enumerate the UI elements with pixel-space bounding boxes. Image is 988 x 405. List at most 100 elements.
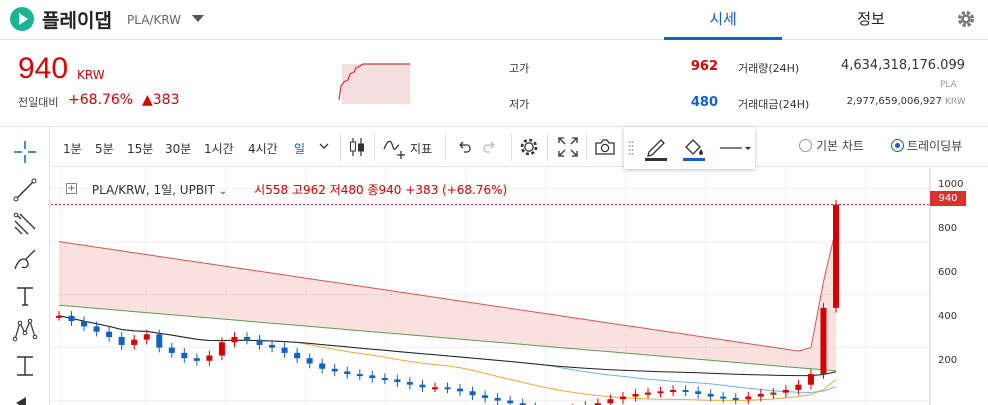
- candle-body: [745, 396, 752, 400]
- candle-body: [331, 368, 338, 372]
- chevron-down-icon[interactable]: [315, 137, 333, 155]
- measure-tool-icon[interactable]: [12, 353, 38, 379]
- amount-unit: KRW: [945, 97, 966, 107]
- candle-body: [156, 334, 163, 348]
- playdapp-logo-icon: [10, 7, 34, 31]
- candle-body: [294, 352, 301, 359]
- coin-header: 플레이댑 PLA/KRW 시세 정보: [0, 0, 988, 40]
- candle-body: [206, 355, 213, 361]
- indicator-icon[interactable]: [382, 135, 406, 159]
- legend-chevron-icon[interactable]: ⌄: [219, 186, 231, 197]
- candle-body: [431, 387, 438, 390]
- y-tick-400: 400: [938, 311, 958, 322]
- crosshair-icon[interactable]: [12, 139, 38, 165]
- candle-body: [218, 342, 225, 356]
- coin-dropdown-icon[interactable]: [192, 15, 204, 22]
- candle-type-icon[interactable]: [345, 135, 369, 159]
- candle-body: [369, 375, 376, 379]
- volume-label: 거래량(24H): [738, 62, 800, 75]
- y-tick-200: 200: [938, 355, 958, 366]
- interval-5m[interactable]: 5분: [95, 140, 114, 157]
- high-label: 고가: [509, 62, 530, 75]
- interval-15m[interactable]: 15분: [127, 140, 153, 157]
- toolbar-divider: [547, 133, 548, 161]
- legend-open-label: 시: [254, 183, 266, 197]
- candle-body: [319, 363, 326, 369]
- current-price: 940: [18, 52, 69, 85]
- candle-body: [118, 336, 125, 345]
- chart-toolbar: 1분 5분 15분 30분 1시간 4시간 일 지표 기본 차트 트레이딩뷰: [51, 127, 988, 167]
- last-price-tag: 940: [930, 191, 966, 206]
- candle-body: [306, 358, 313, 364]
- candle-body: [256, 339, 263, 345]
- fullscreen-icon[interactable]: [556, 135, 580, 159]
- y-tick-800: 800: [938, 223, 958, 234]
- low-label: 저가: [509, 98, 530, 111]
- legend-low: 480: [340, 183, 364, 197]
- y-tick-1000: 1000: [938, 179, 964, 190]
- candle-body: [682, 389, 689, 392]
- candle-body: [820, 307, 827, 375]
- legend-symbol[interactable]: PLA/KRW, 1일, UPBIT: [92, 183, 215, 197]
- settings-icon[interactable]: [517, 135, 541, 159]
- tab-info[interactable]: 정보: [812, 0, 930, 40]
- redo-icon[interactable]: [478, 135, 502, 159]
- trend-line-icon[interactable]: [12, 177, 38, 203]
- change-label: 전일대비: [18, 96, 59, 109]
- zoom-tool-icon[interactable]: [12, 389, 38, 405]
- fib-tool-icon[interactable]: [12, 211, 38, 237]
- candle-body: [243, 336, 250, 340]
- candle-body: [732, 397, 739, 400]
- candle-body: [645, 392, 652, 395]
- candle-body: [281, 347, 288, 353]
- candle-body: [269, 344, 276, 348]
- pencil-icon[interactable]: [642, 134, 670, 162]
- tradingview-radio[interactable]: [891, 139, 904, 152]
- candle-body: [782, 389, 789, 393]
- basic-chart-label[interactable]: 기본 차트: [816, 137, 864, 154]
- candle-body: [356, 374, 363, 377]
- line-style-icon[interactable]: [718, 137, 752, 159]
- text-tool-icon[interactable]: [12, 283, 38, 309]
- price-unit: KRW: [77, 68, 105, 82]
- brush-icon[interactable]: [12, 247, 38, 273]
- indicator-button[interactable]: 지표: [410, 140, 432, 157]
- gear-icon[interactable]: [955, 8, 977, 30]
- price-chart[interactable]: [51, 168, 988, 405]
- candle-body: [143, 334, 150, 340]
- ichimoku-cloud: [59, 228, 836, 371]
- candle-body: [619, 396, 626, 400]
- candle-body: [607, 399, 614, 404]
- tab-price[interactable]: 시세: [664, 0, 782, 40]
- candle-body: [657, 391, 664, 394]
- candle-body: [757, 393, 764, 397]
- change-percent: +68.76%: [68, 92, 134, 108]
- coin-name: 플레이댑: [42, 10, 112, 32]
- interval-1m[interactable]: 1분: [63, 140, 82, 157]
- candle-body: [231, 336, 238, 343]
- drawing-toolbar: [0, 127, 50, 405]
- candle-body: [93, 326, 100, 332]
- toolbar-divider: [340, 133, 341, 161]
- change-amount: ▲383: [142, 92, 180, 108]
- undo-icon[interactable]: [452, 135, 476, 159]
- toolbar-divider: [374, 133, 375, 161]
- y-tick-600: 600: [938, 267, 958, 278]
- legend-open: 558: [265, 183, 289, 197]
- fill-color-icon[interactable]: [680, 134, 708, 162]
- candle-body: [833, 204, 839, 308]
- interval-1d[interactable]: 일: [294, 140, 305, 157]
- candle-body: [81, 321, 88, 327]
- interval-4h[interactable]: 4시간: [248, 140, 278, 157]
- pattern-tool-icon[interactable]: [12, 317, 38, 343]
- candle-body: [444, 387, 451, 390]
- legend-change: +383 (+68.76%): [405, 183, 508, 197]
- interval-1h[interactable]: 1시간: [204, 140, 234, 157]
- camera-icon[interactable]: [593, 135, 617, 159]
- basic-chart-radio[interactable]: [799, 139, 812, 152]
- drag-handle-icon[interactable]: [628, 140, 634, 156]
- exchange-page: 플레이댑 PLA/KRW 시세 정보 940 KRW 전일대비 +68.76% …: [0, 0, 988, 405]
- candle-body: [168, 347, 175, 353]
- tradingview-label[interactable]: 트레이딩뷰: [907, 137, 962, 154]
- interval-30m[interactable]: 30분: [165, 140, 191, 157]
